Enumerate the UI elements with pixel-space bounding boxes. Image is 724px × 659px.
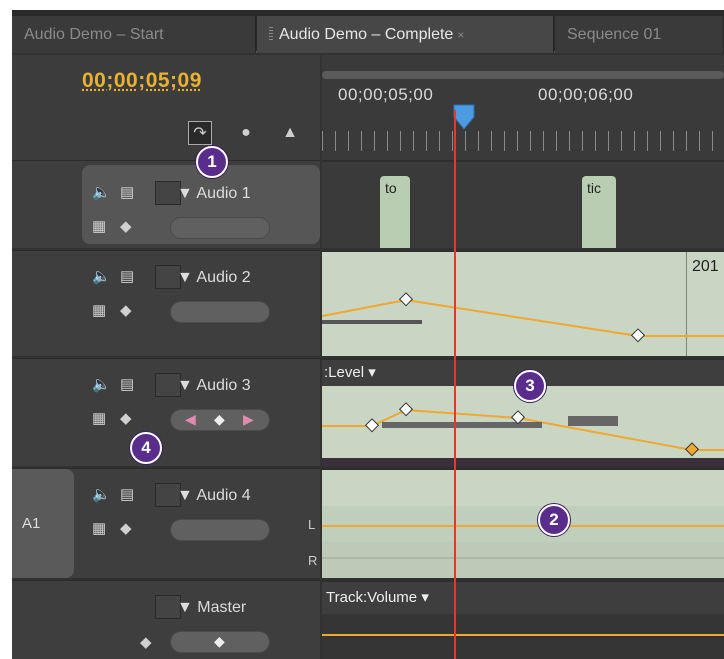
track-name-label: Audio 1 <box>196 185 251 202</box>
expand-triangle-icon[interactable]: ▼ <box>177 185 193 202</box>
tab-bar: Audio Demo – Start Audio Demo – Complete… <box>12 10 724 53</box>
keyframe-navigator[interactable]: ◆ <box>170 631 270 653</box>
track-header-audio-1: 🔈 ▤ ▼ Audio 1 ▦ ◆ <box>12 160 320 248</box>
keyframe-navigator[interactable] <box>170 519 270 541</box>
timeline-panel: Audio Demo – Start Audio Demo – Complete… <box>12 10 724 659</box>
sync-lock-icon[interactable]: ▤ <box>120 183 134 201</box>
source-track-target[interactable]: A1 <box>12 469 74 578</box>
tab-label: Sequence 01 <box>567 26 662 43</box>
effect-dropdown-label: Track:Volume <box>326 589 418 606</box>
keyframe-navigator[interactable]: ◀ ◆ ▶ <box>170 409 270 431</box>
track-name[interactable]: ▼ Audio 2 <box>177 269 251 287</box>
track-name-label: Audio 4 <box>196 487 251 504</box>
master-volume-line[interactable] <box>322 634 724 636</box>
track-header-audio-2: 🔈 ▤ ▼ Audio 2 ▦ ◆ <box>12 250 320 356</box>
track-body-master: Track:Volume ▾ <box>322 580 724 659</box>
tab-audio-demo-complete[interactable]: Audio Demo – Complete × <box>257 16 554 53</box>
callout-badge: 1 <box>196 146 228 178</box>
track-name-label: Master <box>197 599 247 616</box>
tab-audio-demo-start[interactable]: Audio Demo – Start <box>12 16 256 53</box>
current-timecode[interactable]: 00;00;05;09 <box>82 69 202 93</box>
audio-clip[interactable]: to <box>380 176 410 248</box>
marker-icon[interactable]: ● <box>234 121 258 145</box>
target-label: A1 <box>22 515 41 532</box>
speaker-icon[interactable]: 🔈 <box>92 267 111 285</box>
speaker-icon[interactable]: 🔈 <box>92 183 111 201</box>
tab-label: Audio Demo – Complete <box>279 26 454 43</box>
track-header-audio-3: 🔈 ▤ ▼ Audio 3 ▦ ◆ ◀ ◆ ▶ <box>12 358 320 466</box>
track-body-audio-1: to tic <box>322 160 724 248</box>
keyframe-icon[interactable]: ◆ <box>120 217 132 235</box>
clip-label: to <box>385 180 397 196</box>
ruler-ticks <box>322 131 724 151</box>
timeline-header: 00;00;05;09 ↷ ● ▲ <box>12 55 320 160</box>
keyframe-navigator[interactable] <box>170 217 270 239</box>
track-name[interactable]: ▼ Audio 3 <box>177 377 251 395</box>
display-style-icon[interactable]: ▦ <box>92 519 106 537</box>
track-name-label: Audio 2 <box>196 269 251 286</box>
display-style-icon[interactable]: ▦ <box>92 217 106 235</box>
ruler-time-label: 00;00;05;00 <box>338 85 434 104</box>
channel-volume-lines[interactable] <box>322 470 724 578</box>
speaker-icon[interactable]: 🔈 <box>92 375 111 393</box>
callout-badge: 4 <box>130 432 162 464</box>
sync-lock-icon[interactable]: ▤ <box>120 375 134 393</box>
audio-clip[interactable]: tic <box>582 176 616 248</box>
tab-sequence-01[interactable]: Sequence 01 <box>555 16 724 53</box>
dropdown-arrow-icon[interactable]: ▾ <box>368 364 376 381</box>
dropdown-arrow-icon[interactable]: ▾ <box>421 589 429 606</box>
playhead-line[interactable] <box>454 110 456 659</box>
add-keyframe-icon[interactable]: ◆ <box>214 633 225 650</box>
effect-dropdown-label: :Level <box>324 364 365 381</box>
in-out-icon[interactable]: ▲ <box>278 121 302 145</box>
callout-badge: 2 <box>538 504 570 536</box>
time-ruler[interactable]: 00;00;05;00 00;00;06;00 <box>322 55 724 160</box>
track-name-label: Audio 3 <box>196 377 251 394</box>
track-name[interactable]: ▼ Audio 4 <box>177 487 251 505</box>
master-lane <box>322 614 724 659</box>
track-body-audio-4 <box>322 468 724 578</box>
snap-icon[interactable]: ↷ <box>188 121 212 145</box>
keyframe-icon[interactable]: ◆ <box>120 301 132 319</box>
callout-badge: 3 <box>514 370 546 402</box>
grip-icon <box>269 27 273 41</box>
previous-keyframe-icon[interactable]: ◀ <box>185 411 196 428</box>
close-icon[interactable]: × <box>457 28 464 42</box>
sync-lock-icon[interactable]: ▤ <box>120 267 134 285</box>
channel-left-label: L <box>308 517 316 532</box>
channel-right-label: R <box>308 553 318 568</box>
keyframe-icon[interactable]: ◆ <box>120 519 132 537</box>
speaker-icon[interactable]: 🔈 <box>92 485 111 503</box>
track-body-audio-2: 201 <box>322 250 724 356</box>
track-name[interactable]: ▼ Master <box>177 599 246 617</box>
expand-triangle-icon[interactable]: ▼ <box>177 487 193 504</box>
track-header-master: ▼ Master ◆ ◆ <box>12 580 320 659</box>
keyframe-icon[interactable]: ◆ <box>140 633 152 651</box>
keyframe-icon[interactable]: ◆ <box>120 409 132 427</box>
expand-triangle-icon[interactable]: ▼ <box>177 377 193 394</box>
zoom-bar[interactable] <box>322 71 724 79</box>
display-style-icon[interactable]: ▦ <box>92 409 106 427</box>
sync-lock-icon[interactable]: ▤ <box>120 485 134 503</box>
track-header-audio-4: A1 🔈 ▤ ▼ Audio 4 ▦ ◆ L R <box>12 468 320 578</box>
effect-dropdown[interactable]: Track:Volume ▾ <box>326 588 429 606</box>
expand-triangle-icon[interactable]: ▼ <box>177 599 193 616</box>
effect-dropdown[interactable]: :Level ▾ <box>324 363 376 381</box>
add-keyframe-icon[interactable]: ◆ <box>214 411 225 428</box>
next-keyframe-icon[interactable]: ▶ <box>243 411 254 428</box>
volume-keyframe-line[interactable] <box>322 252 724 356</box>
clip-label: tic <box>587 180 601 196</box>
display-style-icon[interactable]: ▦ <box>92 301 106 319</box>
keyframe-navigator[interactable] <box>170 301 270 323</box>
expand-triangle-icon[interactable]: ▼ <box>177 269 193 286</box>
track-name[interactable]: ▼ Audio 1 <box>177 185 251 203</box>
ruler-time-label: 00;00;06;00 <box>538 85 634 104</box>
tab-label: Audio Demo – Start <box>24 26 164 43</box>
